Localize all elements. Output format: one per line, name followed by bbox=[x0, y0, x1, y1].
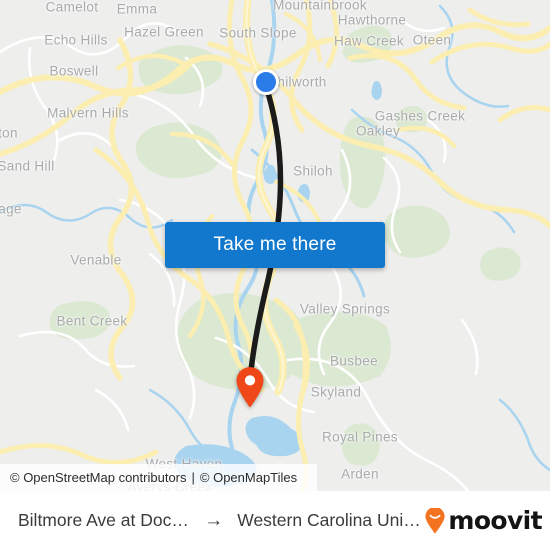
take-me-there-label: Take me there bbox=[213, 234, 337, 255]
arrow-right-icon: → bbox=[204, 510, 224, 531]
map-canvas[interactable]: Camelot Emma Mountainbrook Hawthorne Echo Hi… bbox=[0, 0, 550, 491]
trip-origin-label[interactable]: Biltmore Ave at Doctor… bbox=[18, 510, 190, 531]
trip-footer-bar: Biltmore Ave at Doctor… → Western Caroli… bbox=[0, 491, 550, 550]
destination-marker[interactable] bbox=[235, 366, 265, 408]
moovit-logo[interactable]: moovit bbox=[424, 506, 543, 535]
osm-attribution-link[interactable]: © OpenStreetMap contributors bbox=[10, 470, 187, 485]
trip-destination-label[interactable]: Western Carolina Univer… bbox=[237, 510, 424, 531]
take-me-there-button[interactable]: Take me there bbox=[165, 222, 385, 268]
moovit-wordmark: moovit bbox=[448, 506, 542, 535]
origin-marker[interactable] bbox=[253, 69, 279, 95]
moovit-pin-icon bbox=[425, 507, 445, 533]
moovit-trip-map-screen: Camelot Emma Mountainbrook Hawthorne Echo Hi… bbox=[0, 0, 550, 550]
map-attribution: © OpenStreetMap contributors | © OpenMap… bbox=[0, 464, 317, 491]
attribution-separator: | bbox=[191, 470, 195, 485]
openmaptiles-attribution-link[interactable]: © OpenMapTiles bbox=[200, 470, 297, 485]
